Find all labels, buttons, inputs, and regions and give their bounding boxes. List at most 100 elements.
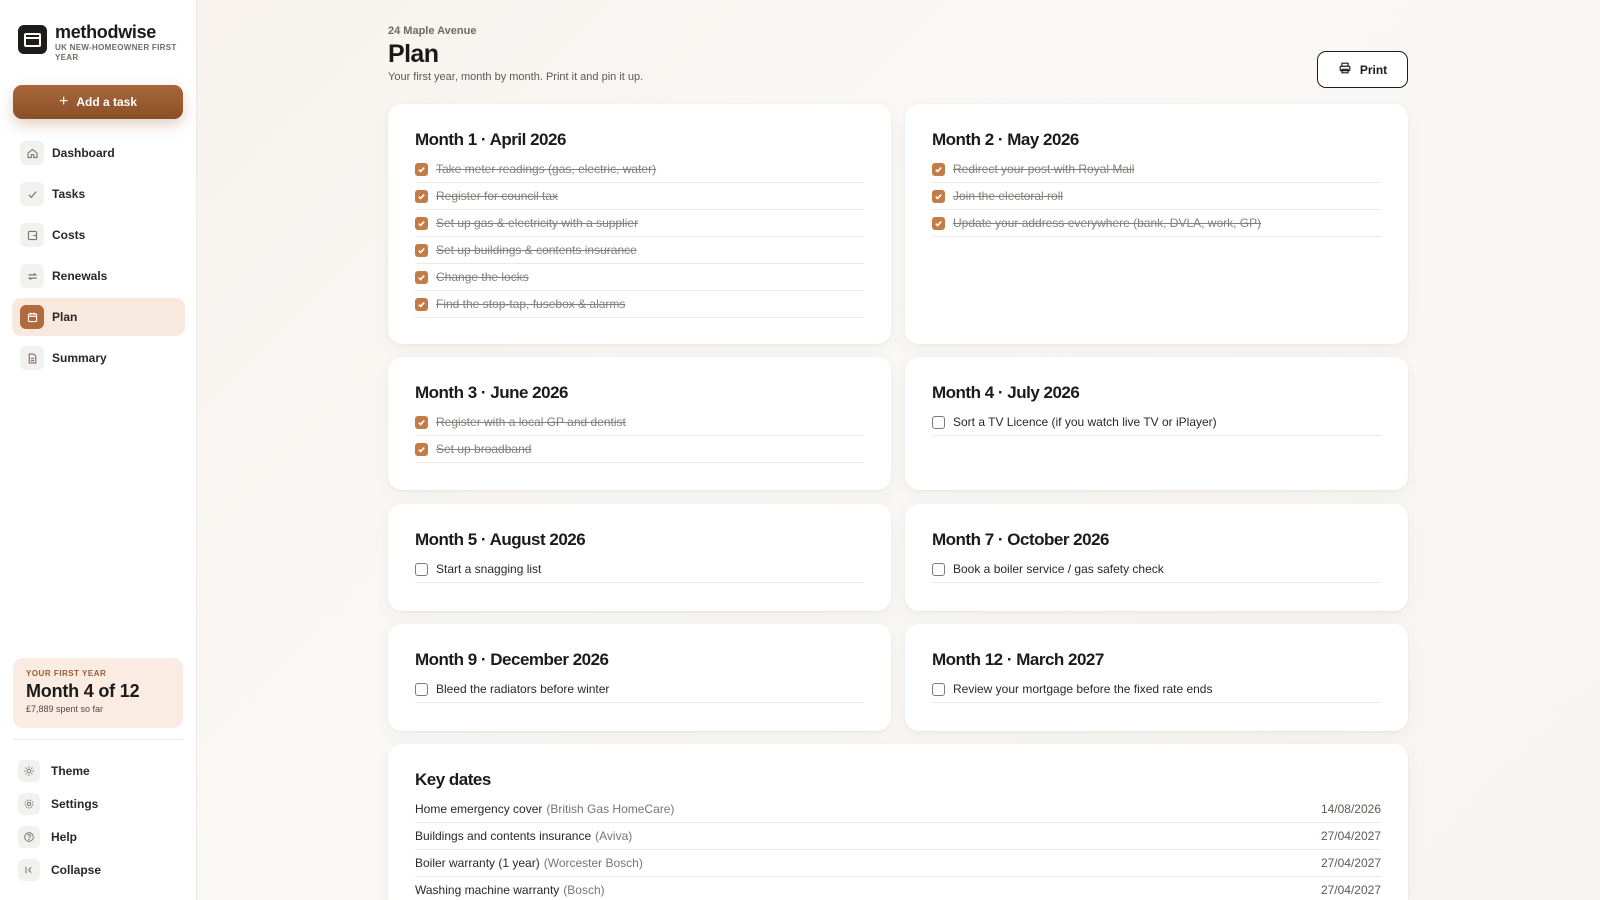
key-dates-card: Key dates Home emergency cover (British … [388, 744, 1408, 900]
sidebar-nav: Dashboard Tasks Costs Renewals Plan Summ… [12, 134, 185, 380]
brand-subtitle: UK NEW-HOMEOWNER FIRST YEAR [55, 43, 177, 62]
task-item[interactable]: Find the stop-tap, fusebox & alarms [415, 291, 864, 318]
sidebar-footer: Theme Settings Help Collapse [18, 754, 183, 886]
checkbox[interactable] [932, 682, 945, 696]
sidebar-divider [13, 739, 183, 740]
footer-item-label: Collapse [51, 862, 102, 877]
month-card: Month 1 · April 2026 Take meter readings… [388, 104, 891, 344]
checkbox-checked[interactable] [415, 270, 428, 284]
task-label: Sort a TV Licence (if you watch live TV … [953, 415, 1217, 429]
repeat-icon [20, 264, 44, 288]
plus-icon: + [58, 93, 69, 110]
sidebar: methodwise UK NEW-HOMEOWNER FIRST YEAR +… [0, 0, 197, 900]
checkbox-checked[interactable] [932, 216, 945, 230]
task-item[interactable]: Register for council tax [415, 183, 864, 210]
task-label: Find the stop-tap, fusebox & alarms [436, 297, 626, 311]
task-label: Bleed the radiators before winter [436, 682, 610, 696]
task-item[interactable]: Set up broadband [415, 436, 864, 463]
key-date-name: Home emergency cover [415, 802, 543, 816]
home-icon [20, 141, 44, 165]
footer-item-label: Settings [51, 796, 99, 811]
task-label: Update your address everywhere (bank, DV… [953, 216, 1262, 230]
sidebar-item-label: Dashboard [52, 146, 115, 160]
sidebar-item-renewals[interactable]: Renewals [12, 257, 185, 295]
sidebar-item-summary[interactable]: Summary [12, 339, 185, 377]
sidebar-item-plan[interactable]: Plan [12, 298, 185, 336]
checkbox-checked[interactable] [932, 189, 945, 203]
task-label: Change the locks [436, 270, 529, 284]
year-card-spent: £7,889 spent so far [26, 704, 104, 714]
month-title: Month 9 · December 2026 [415, 650, 609, 669]
task-label: Redirect your post with Royal Mail [953, 162, 1135, 176]
theme-button[interactable]: Theme [18, 754, 183, 787]
month-title: Month 4 · July 2026 [932, 383, 1080, 402]
key-date-row: Home emergency cover (British Gas HomeCa… [415, 796, 1381, 823]
task-item[interactable]: Redirect your post with Royal Mail [932, 156, 1381, 183]
task-item[interactable]: Change the locks [415, 264, 864, 291]
sidebar-item-label: Costs [52, 228, 86, 242]
checkbox-checked[interactable] [415, 415, 428, 429]
checkbox-checked[interactable] [415, 243, 428, 257]
month-title: Month 2 · May 2026 [932, 130, 1079, 149]
sidebar-item-costs[interactable]: Costs [12, 216, 185, 254]
task-item[interactable]: Book a boiler service / gas safety check [932, 556, 1381, 583]
footer-item-label: Help [51, 829, 78, 844]
task-item[interactable]: Register with a local GP and dentist [415, 409, 864, 436]
print-button[interactable]: Print [1317, 51, 1408, 88]
footer-item-label: Theme [51, 763, 90, 778]
key-date-value: 27/04/2027 [1320, 856, 1381, 870]
collapse-icon [18, 858, 40, 881]
task-item[interactable]: Update your address everywhere (bank, DV… [932, 210, 1381, 237]
sun-icon [18, 759, 40, 782]
sidebar-item-label: Plan [52, 310, 78, 324]
help-button[interactable]: Help [18, 820, 183, 853]
key-date-name: Washing machine warranty [415, 883, 560, 897]
task-label: Review your mortgage before the fixed ra… [953, 682, 1213, 696]
task-label: Book a boiler service / gas safety check [953, 562, 1164, 576]
checkbox[interactable] [932, 415, 945, 429]
sidebar-item-dashboard[interactable]: Dashboard [12, 134, 185, 172]
checkbox-checked[interactable] [932, 162, 945, 176]
first-year-card: YOUR FIRST YEAR Month 4 of 12 £7,889 spe… [13, 658, 183, 728]
brand[interactable]: methodwise UK NEW-HOMEOWNER FIRST YEAR [18, 22, 180, 63]
task-label: Start a snagging list [436, 562, 542, 576]
task-item[interactable]: Review your mortgage before the fixed ra… [932, 676, 1381, 703]
breadcrumb: 24 Maple Avenue [388, 25, 477, 37]
key-date-name: Boiler warranty (1 year) [415, 856, 540, 870]
checkbox[interactable] [932, 562, 945, 576]
task-item[interactable]: Set up gas & electricity with a supplier [415, 210, 864, 237]
checkbox-checked[interactable] [415, 297, 428, 311]
month-card: Month 12 · March 2027 Review your mortga… [905, 624, 1408, 731]
add-task-label: Add a task [76, 95, 138, 109]
checkbox-checked[interactable] [415, 162, 428, 176]
task-item[interactable]: Start a snagging list [415, 556, 864, 583]
brand-name: methodwise [55, 22, 157, 42]
checkbox-checked[interactable] [415, 216, 428, 230]
collapse-button[interactable]: Collapse [18, 853, 183, 886]
key-date-name: Buildings and contents insurance [415, 829, 592, 843]
task-item[interactable]: Join the electoral roll [932, 183, 1381, 210]
month-card: Month 9 · December 2026 Bleed the radiat… [388, 624, 891, 731]
printer-icon [1338, 61, 1352, 78]
checkbox-checked[interactable] [415, 442, 428, 456]
sidebar-item-tasks[interactable]: Tasks [12, 175, 185, 213]
task-item[interactable]: Sort a TV Licence (if you watch live TV … [932, 409, 1381, 436]
checkbox[interactable] [415, 682, 428, 696]
settings-button[interactable]: Settings [18, 787, 183, 820]
month-title: Month 1 · April 2026 [415, 130, 566, 149]
month-card: Month 2 · May 2026 Redirect your post wi… [905, 104, 1408, 344]
key-date-provider: (Bosch) [563, 883, 605, 897]
checkbox-checked[interactable] [415, 189, 428, 203]
add-task-button[interactable]: + Add a task [13, 85, 183, 119]
check-icon [20, 182, 44, 206]
task-item[interactable]: Set up buildings & contents insurance [415, 237, 864, 264]
key-date-value: 27/04/2027 [1320, 829, 1381, 843]
month-title: Month 7 · October 2026 [932, 530, 1109, 549]
task-label: Register for council tax [436, 189, 559, 203]
task-item[interactable]: Take meter readings (gas, electric, wate… [415, 156, 864, 183]
key-date-provider: (Aviva) [595, 829, 633, 843]
task-item[interactable]: Bleed the radiators before winter [415, 676, 864, 703]
key-date-row: Boiler warranty (1 year) (Worcester Bosc… [415, 850, 1381, 877]
checkbox[interactable] [415, 562, 428, 576]
key-date-value: 27/04/2027 [1320, 883, 1381, 897]
